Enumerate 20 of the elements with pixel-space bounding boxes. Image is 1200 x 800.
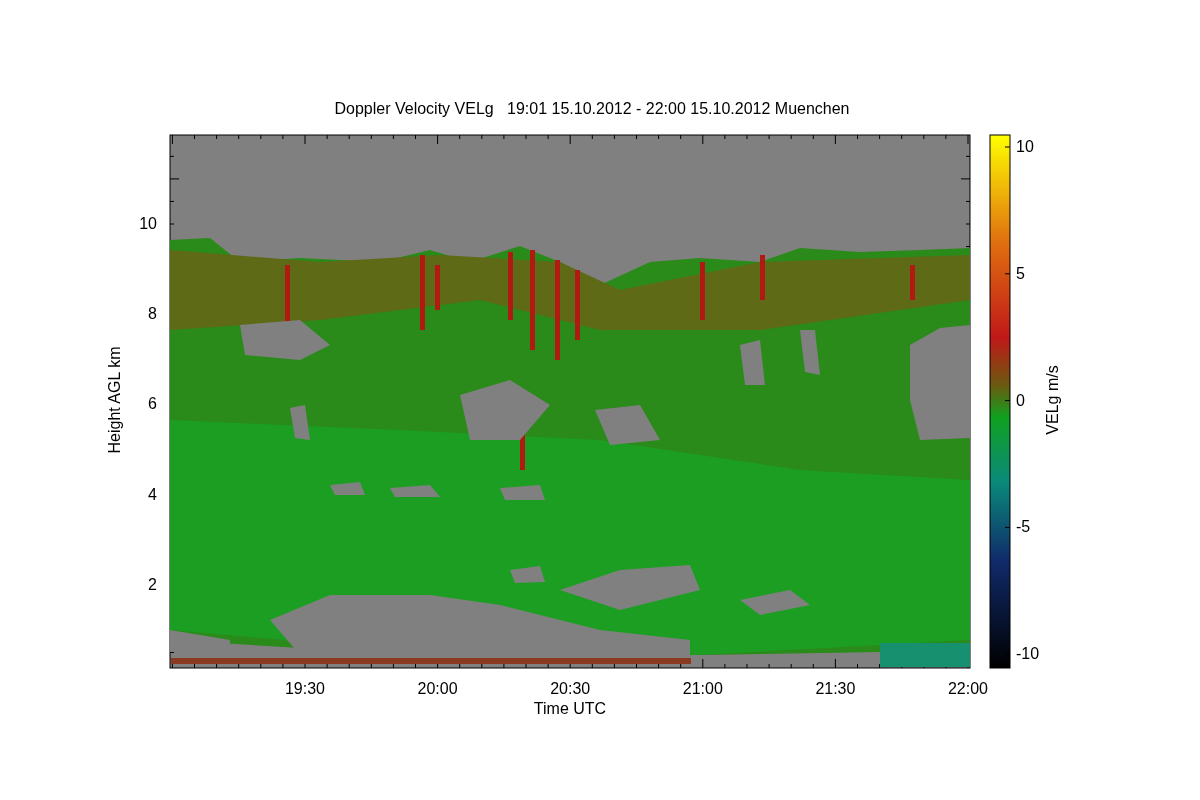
colorbar-tick-label: 10: [1016, 138, 1034, 155]
x-tick-label: 21:00: [682, 680, 723, 697]
y-tick-label: 10: [139, 215, 157, 232]
x-axis-label: Time UTC: [533, 700, 607, 717]
colorbar-label: VELg m/s: [1044, 365, 1061, 435]
colorbar-tick-label: 0: [1016, 391, 1025, 409]
colorbar-tick-label: 5: [1016, 264, 1025, 282]
colorbar-tick-label: -5: [1016, 518, 1031, 536]
y-axis-label: Height AGL km: [106, 346, 123, 454]
x-tick-label: 19:30: [285, 680, 325, 697]
y-tick-label: 4: [148, 485, 157, 503]
colorbar-tick-label: -10: [1016, 645, 1040, 663]
y-tick-label: 6: [148, 395, 157, 413]
y-tick-label: 8: [148, 305, 157, 323]
x-tick-label: 20:00: [417, 680, 458, 697]
x-tick-label: 22:00: [948, 680, 988, 697]
chart-title: Doppler Velocity VELg 19:01 15.10.2012 - 22:00 15.10.2012 Muenchen: [334, 100, 850, 117]
x-tick-label: 20:30: [550, 680, 591, 697]
x-tick-label: 21:30: [815, 680, 856, 697]
y-tick-label: 2: [148, 575, 157, 593]
